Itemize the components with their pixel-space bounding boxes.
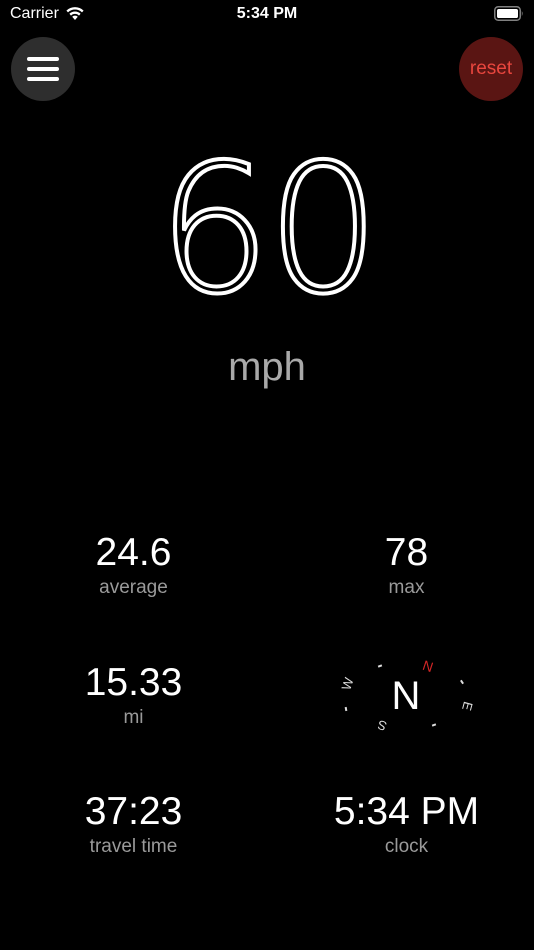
- status-time: 5:34 PM: [236, 5, 298, 22]
- travel-time-value: 37:23: [84, 790, 183, 833]
- travel-time-label: travel time: [89, 836, 178, 857]
- compass-heading: N: [392, 674, 421, 718]
- compass-north-marker: N: [421, 658, 436, 675]
- average-speed-stat: 24.6 average: [0, 530, 267, 600]
- menu-button[interactable]: [11, 37, 75, 101]
- compass-tick: [431, 723, 437, 727]
- max-speed-label: max: [388, 577, 425, 598]
- max-speed-value: 78: [384, 531, 429, 574]
- reset-button[interactable]: reset: [459, 37, 523, 101]
- compass: N N W E S: [338, 658, 476, 734]
- status-bar: Carrier 5:34 PM: [0, 0, 534, 30]
- distance-stat: 15.33 mi: [0, 660, 267, 730]
- clock-value: 5:34 PM: [333, 790, 480, 833]
- distance-value: 15.33: [84, 661, 183, 704]
- reset-button-label: reset: [469, 58, 513, 79]
- compass-east-marker: E: [459, 700, 476, 713]
- travel-time-stat: 37:23 travel time: [0, 789, 267, 859]
- current-speed: 60: [156, 126, 383, 333]
- compass-tick: [460, 679, 464, 685]
- compass-west-marker: W: [338, 675, 356, 692]
- average-speed-value: 24.6: [95, 531, 172, 574]
- speed-unit: mph: [228, 345, 306, 389]
- compass-tick: [377, 664, 383, 668]
- average-speed-label: average: [99, 577, 168, 598]
- compass-south-marker: S: [375, 717, 389, 734]
- clock-label: clock: [384, 836, 429, 857]
- clock-stat: 5:34 PM clock: [273, 789, 534, 859]
- distance-unit-label: mi: [123, 707, 144, 728]
- battery-icon: [494, 6, 523, 21]
- hamburger-menu-icon: [27, 57, 59, 81]
- max-speed-stat: 78 max: [273, 530, 534, 600]
- compass-tick: [344, 706, 348, 712]
